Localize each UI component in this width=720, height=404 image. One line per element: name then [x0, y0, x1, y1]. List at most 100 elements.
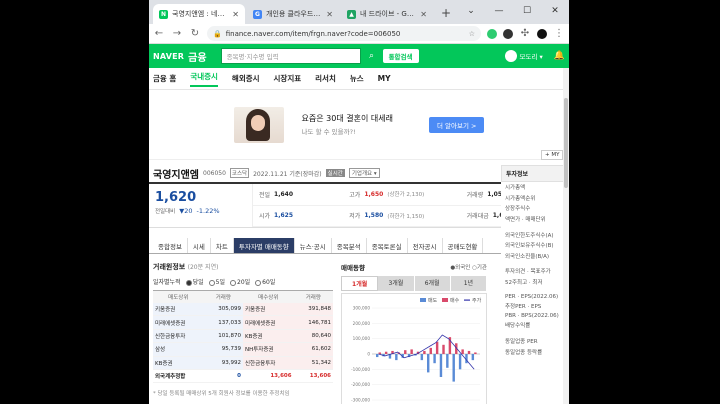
flow-period-tab[interactable]: 1년: [450, 276, 487, 291]
extension-icon[interactable]: [487, 28, 497, 39]
seller-name[interactable]: 키움증권: [153, 303, 204, 317]
buyer-name[interactable]: KB증권: [242, 329, 294, 344]
subtab[interactable]: 투자자별 매매동향: [233, 238, 295, 253]
subtab[interactable]: 종목분석: [332, 238, 367, 253]
bell-icon[interactable]: 🔔: [554, 51, 565, 61]
radio-dot-icon[interactable]: [208, 279, 215, 286]
buyer-name[interactable]: 신한금융투자: [242, 356, 294, 370]
buyer-name[interactable]: 키움증권: [242, 303, 294, 317]
ad-banner[interactable]: 요즘은 30대 결혼이 대세래 나도 할 수 있을까?! 더 알아보기 >: [149, 90, 569, 160]
subtab[interactable]: 시세: [188, 238, 211, 253]
buyer-name[interactable]: 미래에셋증권: [242, 315, 294, 330]
tab-search-icon[interactable]: ⌄: [457, 0, 485, 22]
stock-search-input[interactable]: 종목명·지수명 입력: [220, 48, 361, 64]
company-overview-dropdown[interactable]: 기업개요 ▾: [348, 168, 380, 178]
close-tab-icon[interactable]: ✕: [232, 10, 239, 19]
scrollbar-thumb[interactable]: [564, 98, 568, 188]
period-radio[interactable]: 5일: [208, 277, 225, 286]
menu-item[interactable]: 리서치: [315, 73, 336, 84]
period-radio[interactable]: 당일: [185, 277, 204, 286]
bar: [461, 349, 464, 354]
period-radio[interactable]: 60일: [255, 277, 275, 286]
period-radios: 일자별누적 당일 5일 20일 60일: [153, 277, 333, 286]
maximize-button[interactable]: ☐: [513, 0, 541, 22]
naver-logo[interactable]: NAVER: [153, 52, 184, 61]
google-favicon-icon: G: [253, 9, 262, 19]
subtab[interactable]: 종합정보: [153, 238, 188, 253]
legend-swatch: [442, 298, 448, 302]
new-tab-button[interactable]: +: [435, 4, 457, 24]
buyer-name[interactable]: NH투자증권: [242, 342, 294, 357]
current-price: 1,620: [155, 190, 197, 205]
extensions-puzzle-icon[interactable]: ✣: [519, 28, 531, 39]
quote-cell: 저가 1,580 (하한가 1,150): [343, 206, 461, 227]
user-menu[interactable]: 모도리 ▾ 🔔: [504, 50, 565, 62]
forward-icon[interactable]: →: [171, 28, 183, 39]
subtab[interactable]: 공매도현황: [443, 238, 484, 253]
flow-period-tab[interactable]: 6개월: [414, 276, 451, 291]
flow-period-tab[interactable]: 3개월: [378, 276, 415, 291]
radio-dot-icon[interactable]: [230, 279, 236, 286]
subtab[interactable]: 전자공시: [408, 238, 443, 253]
sell-volume: 93,992: [203, 356, 243, 370]
finance-logo[interactable]: 금융: [188, 49, 206, 64]
minimize-button[interactable]: —: [485, 0, 513, 22]
price-change: ▼20: [179, 207, 193, 215]
scrollbar[interactable]: [563, 68, 569, 404]
browser-tab-cloud[interactable]: G 개인용 클라우드 스토리지 ✕: [247, 4, 339, 24]
seller-name[interactable]: 미래에셋증권: [153, 315, 204, 330]
menu-kebab-icon[interactable]: ⋮: [553, 28, 565, 39]
subtab[interactable]: 종목토론실: [367, 238, 408, 253]
menu-item[interactable]: MY: [378, 74, 391, 83]
foreign-net: 13,606: [293, 368, 333, 384]
quote-value: 1,625: [274, 212, 294, 220]
banner-button[interactable]: 더 알아보기 >: [428, 116, 485, 133]
add-to-my-button[interactable]: + MY: [541, 150, 564, 160]
url-field[interactable]: 🔒 finance.naver.com/item/frgn.naver?code…: [207, 26, 481, 41]
close-tab-icon[interactable]: ✕: [326, 10, 333, 19]
menu-item[interactable]: 국내증시: [190, 71, 218, 87]
bar: [467, 350, 471, 354]
period-radio-label: 60일: [262, 279, 276, 286]
browser-tab-drive[interactable]: ▲ 내 드라이브 - Google Drive ✕: [341, 4, 433, 24]
seller-name[interactable]: KB증권: [153, 356, 204, 370]
extension-icon[interactable]: [503, 28, 513, 39]
seller-name[interactable]: 신한금융투자: [153, 329, 204, 344]
table-header: 매수상위: [242, 290, 294, 303]
period-radio-label: 5일: [215, 279, 225, 286]
quote-cell: 시가 1,625: [253, 206, 344, 227]
bar: [410, 349, 413, 354]
y-tick-label: 100,000: [353, 336, 371, 341]
search-icon[interactable]: ⌕: [365, 48, 379, 64]
bar: [458, 354, 462, 370]
menu-item[interactable]: 뉴스: [350, 73, 364, 84]
table-row: KB증권 93,992 신한금융투자 51,342: [153, 356, 333, 370]
period-radio[interactable]: 20일: [230, 277, 250, 286]
reload-icon[interactable]: ↻: [189, 28, 201, 39]
back-icon[interactable]: ←: [153, 28, 165, 39]
menu-item[interactable]: 해외증시: [232, 73, 260, 84]
browser-tab-naver[interactable]: N 국영지앤엠 : 네이버 금융 ✕: [153, 4, 245, 24]
bar: [471, 354, 475, 361]
menu-item[interactable]: 금융 홈: [153, 73, 176, 84]
menu-item[interactable]: 시장지표: [274, 73, 302, 84]
flow-period-tab[interactable]: 1개월: [341, 276, 379, 291]
profile-avatar-icon[interactable]: [537, 28, 547, 39]
radio-dot-icon[interactable]: [185, 279, 192, 286]
bar: [429, 347, 432, 354]
user-name: 모도리 ▾: [519, 53, 543, 61]
investor-toggle[interactable]: ●외국인 ○기관: [450, 263, 487, 271]
seller-name[interactable]: 삼성: [153, 342, 204, 357]
tab-title: 개인용 클라우드 스토리지: [266, 10, 322, 18]
subtab[interactable]: 차트: [211, 238, 234, 253]
search-submit-button[interactable]: 통합검색: [382, 49, 419, 63]
subtab[interactable]: 뉴스·공시: [295, 238, 332, 253]
radio-dot-icon[interactable]: [255, 279, 262, 286]
bookmark-star-icon[interactable]: ☆: [469, 30, 475, 38]
close-tab-icon[interactable]: ✕: [420, 10, 427, 19]
sell-volume: 305,099: [203, 303, 243, 317]
sidebar-item: 외국인소진율(B/A): [505, 253, 550, 260]
realtime-badge[interactable]: 실시간: [325, 169, 345, 177]
y-tick-label: -100,000: [351, 367, 370, 372]
close-window-button[interactable]: ✕: [541, 0, 569, 22]
